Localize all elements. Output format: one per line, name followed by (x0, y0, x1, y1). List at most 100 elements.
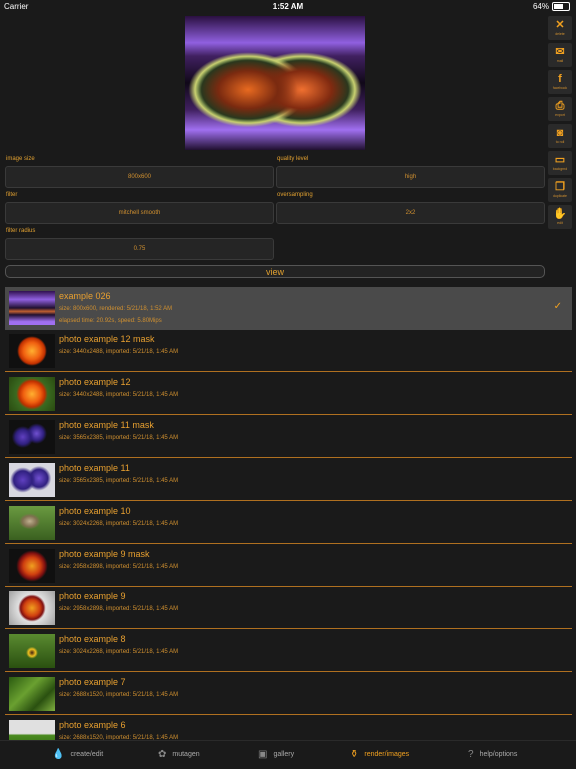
facebook-label: facebook (552, 86, 568, 90)
item-details: size: 2688x1520, imported: 5/21/18, 1:45… (59, 692, 179, 698)
tab-label: help/options (479, 751, 518, 758)
thumbnail (9, 549, 55, 583)
rendered-image-preview[interactable] (185, 16, 365, 150)
thumbnail (9, 377, 55, 411)
list-item[interactable]: photo example 7 size: 2688x1520, imported… (5, 673, 572, 715)
item-details: size: 2958x2898, imported: 5/21/18, 1:45… (59, 564, 179, 570)
background-icon: ▭ (554, 154, 566, 166)
render-images-icon: ⚱ (350, 749, 359, 760)
thumbnail (9, 463, 55, 497)
thumbnail (9, 591, 55, 625)
thumbnail (9, 634, 55, 668)
export-button[interactable]: ⎙ export (548, 97, 572, 121)
to-roll-icon: ◙ (556, 127, 564, 139)
filter-select[interactable]: mitchell smooth (5, 202, 274, 224)
item-details: size: 3565x2385, imported: 5/21/18, 1:45… (59, 435, 179, 441)
list-item[interactable]: photo example 9 mask size: 2958x2898, imp… (5, 545, 572, 587)
to-roll-label: to roll (555, 140, 565, 144)
thumbnail (9, 677, 55, 711)
item-title: photo example 11 mask (59, 420, 154, 430)
item-details: size: 3440x2488, imported: 5/21/18, 1:45… (59, 392, 179, 398)
list-item[interactable]: photo example 12 size: 3440x2488, importe… (5, 373, 572, 415)
mail-button[interactable]: ✉ mail (548, 43, 572, 67)
tab-mutagen[interactable]: ✿ mutagen (158, 749, 200, 760)
facebook-icon: f (558, 73, 562, 85)
filter-radius-select[interactable]: 0.75 (5, 238, 274, 260)
view-button[interactable]: view (5, 265, 545, 278)
export-icon: ⎙ (555, 100, 565, 112)
item-details: size: 3440x2488, imported: 5/21/18, 1:45… (59, 349, 179, 355)
tab-label: mutagen (172, 751, 200, 758)
list-item[interactable]: example 026 size: 800x600, rendered: 5/21… (5, 287, 572, 330)
item-title: photo example 12 mask (59, 334, 155, 344)
mail-label: mail (556, 59, 564, 63)
item-title: photo example 9 (59, 591, 126, 601)
edit-button[interactable]: ✋ edit (548, 205, 572, 229)
item-details: size: 3565x2385, imported: 5/21/18, 1:45… (59, 478, 179, 484)
battery-indicator: 64% (533, 2, 570, 11)
filter-radius-label: filter radius (6, 228, 36, 234)
tab-help-options[interactable]: ? help/options (468, 749, 517, 760)
background-label: backgrnd (552, 167, 568, 171)
item-title: photo example 10 (59, 506, 131, 516)
create-edit-icon: 💧 (52, 749, 65, 760)
list-item[interactable]: photo example 11 size: 3565x2385, importe… (5, 459, 572, 501)
item-render-stats: elapsed time: 20.92s, speed: 5.80Mips (59, 318, 162, 324)
item-title: photo example 9 mask (59, 549, 150, 559)
list-item[interactable]: photo example 12 mask size: 3440x2488, im… (5, 330, 572, 372)
edit-icon: ✋ (553, 208, 567, 220)
thumbnail (9, 420, 55, 454)
filter-label: filter (6, 192, 18, 198)
item-details: size: 3024x2268, imported: 5/21/18, 1:45… (59, 649, 179, 655)
list-item[interactable]: photo example 11 mask size: 3565x2385, im… (5, 416, 572, 458)
quality-level-label: quality level (277, 156, 309, 162)
mutagen-icon: ✿ (158, 749, 167, 760)
image-size-label: image size (6, 156, 35, 162)
list-item[interactable]: photo example 9 size: 2958x2898, imported… (5, 587, 572, 629)
facebook-button[interactable]: f facebook (548, 70, 572, 94)
duplicate-label: duplicate (552, 194, 567, 198)
list-item[interactable]: photo example 10 size: 3024x2268, importe… (5, 502, 572, 544)
tab-gallery[interactable]: ▣ gallery (258, 749, 294, 760)
export-label: export (555, 113, 565, 117)
status-time: 1:52 AM (272, 2, 304, 11)
image-size-select[interactable]: 800x600 (5, 166, 274, 188)
tab-render-images[interactable]: ⚱ render/images (350, 749, 409, 760)
delete-icon: ✕ (555, 19, 565, 31)
delete-label: delete (555, 32, 565, 36)
item-title: photo example 6 (59, 720, 126, 730)
help-options-icon: ? (468, 749, 474, 760)
status-bar: Carrier 1:52 AM 64% (0, 0, 576, 14)
to-roll-button[interactable]: ◙ to roll (548, 124, 572, 148)
duplicate-button[interactable]: ❐ duplicate (548, 178, 572, 202)
item-title: photo example 7 (59, 677, 126, 687)
edit-label: edit (557, 221, 563, 225)
battery-percent: 64% (532, 2, 549, 11)
tab-label: render/images (364, 751, 410, 758)
thumbnail (9, 334, 55, 368)
tab-label: create/edit (70, 751, 104, 758)
mail-icon: ✉ (555, 46, 565, 58)
item-details: size: 800x600, rendered: 5/21/18, 1:52 A… (59, 306, 173, 312)
oversampling-label: oversampling (277, 192, 313, 198)
thumbnail (9, 506, 55, 540)
delete-button[interactable]: ✕ delete (548, 16, 572, 40)
item-title: photo example 12 (59, 377, 131, 387)
oversampling-select[interactable]: 2x2 (276, 202, 545, 224)
item-title: photo example 8 (59, 634, 126, 644)
list-item[interactable]: photo example 8 size: 3024x2268, imported… (5, 630, 572, 672)
tab-label: gallery (273, 751, 295, 758)
quality-level-select[interactable]: high (276, 166, 545, 188)
item-title: example 026 (59, 291, 111, 301)
gallery-icon: ▣ (258, 749, 268, 760)
item-details: size: 2958x2898, imported: 5/21/18, 1:45… (59, 606, 179, 612)
tab-create-edit[interactable]: 💧 create/edit (52, 749, 103, 760)
battery-icon (552, 2, 570, 11)
item-details: size: 3024x2268, imported: 5/21/18, 1:45… (59, 521, 179, 527)
checkmark-icon: ✓ (553, 301, 562, 312)
background-button[interactable]: ▭ backgrnd (548, 151, 572, 175)
tab-bar: 💧 create/edit ✿ mutagen ▣ gallery ⚱ render/imag… (0, 740, 576, 769)
duplicate-icon: ❐ (555, 181, 565, 193)
thumbnail (9, 291, 55, 325)
item-title: photo example 11 (59, 463, 130, 473)
